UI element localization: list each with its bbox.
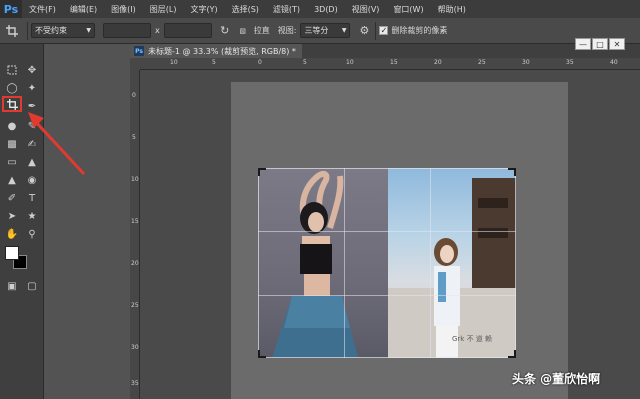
horizontal-ruler[interactable]: 10 5 0 5 10 15 20 25 30 35 40 (140, 58, 640, 70)
close-button[interactable]: ✕ (609, 38, 625, 50)
magic-wand-tool-icon[interactable]: ✦ (22, 80, 42, 96)
ruler-tick: 15 (390, 59, 398, 66)
zoom-tool-icon[interactable]: ⚲ (22, 226, 42, 242)
annotation-arrow-icon (28, 112, 86, 176)
overlay-view-select[interactable]: 三等分 ▼ (300, 23, 351, 38)
straighten-label[interactable]: 拉直 (254, 25, 270, 36)
menu-select[interactable]: 选择(S) (225, 4, 266, 15)
tools-panel: ✥ ◯ ✦ ✒ ● ✎ ▩ ✍ ▭ ▲ ▲ ◉ ✐ T ➤ ★ ✋ ⚲ ▣ ▢ (0, 44, 44, 399)
ruler-tick: 0 (132, 92, 136, 99)
ruler-tick: 10 (346, 59, 354, 66)
quick-mask-icon[interactable]: ▣ (2, 278, 22, 294)
ruler-tick: 0 (258, 59, 262, 66)
ruler-tick: 10 (131, 176, 139, 183)
ratio-select-value: 不受约束 (35, 26, 67, 35)
options-bar: 不受约束 ▼ x ↻ ▧ 拉直 视图: 三等分 ▼ ⚙ ✓ 删除裁剪的像素 (0, 18, 640, 44)
ruler-origin[interactable] (130, 58, 140, 70)
watermark-text: 头条 @董欣怡啊 (512, 372, 601, 386)
rotate-icon[interactable]: ↻ (218, 24, 232, 37)
marquee-tool-icon[interactable] (2, 62, 22, 78)
menu-file[interactable]: 文件(F) (22, 4, 63, 15)
minimize-button[interactable]: — (575, 38, 591, 50)
ratio-select[interactable]: 不受约束 ▼ (31, 23, 95, 38)
foreground-color-swatch[interactable] (5, 246, 19, 260)
document-tab[interactable]: Ps 未标题-1 @ 33.3% (裁剪预览, RGB/8) * (130, 44, 302, 58)
ruler-tick: 20 (434, 59, 442, 66)
ruler-tick: 35 (131, 380, 139, 387)
spot-healing-tool-icon[interactable]: ● (2, 118, 22, 134)
shape-tool-icon[interactable]: ★ (22, 208, 42, 224)
ruler-tick: 30 (522, 59, 530, 66)
separator (27, 21, 28, 40)
height-field[interactable] (163, 23, 212, 38)
ruler-tick: 15 (131, 218, 139, 225)
menu-view[interactable]: 视图(V) (345, 4, 387, 15)
type-tool-icon[interactable]: T (22, 190, 42, 206)
eraser-tool-icon[interactable]: ▭ (2, 154, 22, 170)
ruler-tick: 5 (132, 134, 136, 141)
menu-filter[interactable]: 滤镜(T) (266, 4, 307, 15)
menu-3d[interactable]: 3D(D) (307, 5, 345, 14)
ruler-tick: 20 (131, 260, 139, 267)
maximize-button[interactable]: □ (592, 38, 608, 50)
menu-window[interactable]: 窗口(W) (386, 4, 430, 15)
overlay-view-value: 三等分 (304, 26, 329, 35)
photoshop-window: Ps 文件(F) 编辑(E) 图像(I) 图层(L) 文字(Y) 选择(S) 滤… (0, 0, 640, 399)
separator (375, 21, 377, 40)
menu-image[interactable]: 图像(I) (104, 4, 143, 15)
crop-tool-preset-icon[interactable] (0, 18, 24, 44)
ruler-tick: 30 (131, 344, 139, 351)
clone-stamp-tool-icon[interactable]: ▩ (2, 136, 22, 152)
crop-handle-top-left[interactable] (258, 168, 266, 176)
hand-tool-icon[interactable]: ✋ (2, 226, 22, 242)
ruler-tick: 10 (170, 59, 178, 66)
path-selection-tool-icon[interactable]: ➤ (2, 208, 22, 224)
menu-bar: Ps 文件(F) 编辑(E) 图像(I) 图层(L) 文字(Y) 选择(S) 滤… (0, 0, 640, 18)
ps-document-icon: Ps (134, 46, 144, 56)
view-label: 视图: (277, 26, 297, 35)
crop-tool-icon[interactable] (2, 96, 22, 112)
document-tab-title: 未标题-1 @ 33.3% (裁剪预览, RGB/8) * (148, 46, 296, 56)
menu-edit[interactable]: 编辑(E) (63, 4, 104, 15)
crop-area[interactable]: Grk 不 道 赖 (258, 168, 516, 358)
screen-mode-icon[interactable]: ▢ (22, 278, 42, 294)
move-tool-icon[interactable]: ✥ (22, 62, 42, 78)
photoshop-logo: Ps (0, 0, 22, 18)
vertical-ruler[interactable]: 0 5 10 15 20 25 30 35 (130, 70, 140, 399)
crop-handle-bottom-right[interactable] (508, 350, 516, 358)
gear-icon[interactable]: ⚙ (356, 24, 372, 37)
width-field[interactable] (103, 23, 151, 38)
crop-handle-bottom-left[interactable] (258, 350, 266, 358)
menu-help[interactable]: 帮助(H) (431, 4, 473, 15)
ruler-tick: 5 (212, 59, 216, 66)
delete-cropped-checkbox[interactable]: ✓ (379, 26, 389, 35)
crop-handle-top-right[interactable] (508, 168, 516, 176)
ruler-tick: 25 (478, 59, 486, 66)
ruler-tick: 5 (303, 59, 307, 66)
straighten-icon[interactable]: ▧ (236, 27, 250, 35)
chevron-down-icon: ▼ (341, 27, 347, 34)
pen-tool-icon[interactable]: ✐ (2, 190, 22, 206)
document-tab-bar: Ps 未标题-1 @ 33.3% (裁剪预览, RGB/8) * (130, 44, 640, 58)
blur-tool-icon[interactable]: ▲ (2, 172, 22, 188)
ruler-tick: 25 (131, 302, 139, 309)
ruler-tick: 35 (566, 59, 574, 66)
swap-x-label[interactable]: x (155, 26, 160, 35)
crop-border (258, 168, 516, 358)
menu-type[interactable]: 文字(Y) (183, 4, 224, 15)
lasso-tool-icon[interactable]: ◯ (2, 80, 22, 96)
delete-cropped-label: 删除裁剪的像素 (391, 26, 448, 35)
photo-caption: Grk 不 道 赖 (452, 335, 493, 343)
menu-layer[interactable]: 图层(L) (143, 4, 184, 15)
chevron-down-icon: ▼ (86, 27, 91, 34)
ruler-tick: 40 (610, 59, 618, 66)
